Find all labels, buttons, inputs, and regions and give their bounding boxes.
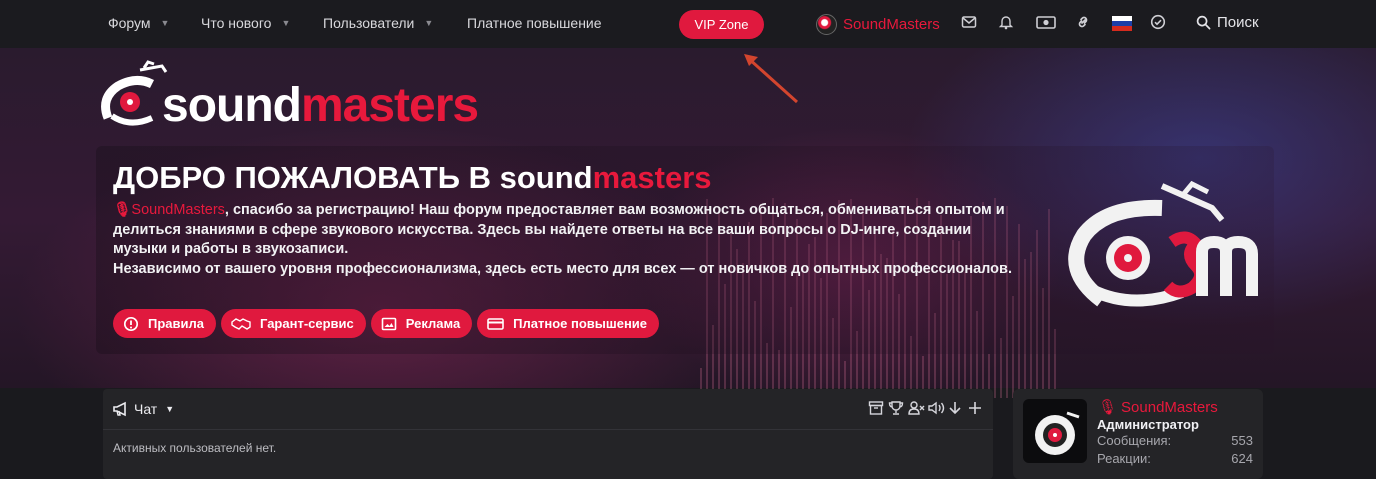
guarantee-button[interactable]: Гарант-сервис <box>221 309 366 338</box>
chat-header[interactable]: Чат ▼ <box>103 389 993 430</box>
bell-icon[interactable] <box>998 14 1016 32</box>
profile-name-text: SoundMasters <box>1121 398 1218 416</box>
turntable-logo-icon <box>101 60 168 126</box>
stat-messages: Сообщения: 553 <box>1097 433 1253 448</box>
stat-reactions: Реакции: 624 <box>1097 451 1253 466</box>
profile-role: Администратор <box>1097 417 1199 432</box>
stat-reactions-value: 624 <box>1231 451 1253 466</box>
volume-icon[interactable] <box>928 400 945 417</box>
nav-whats-new[interactable]: Что нового ▼ <box>201 15 290 31</box>
info-circle-icon <box>123 316 139 331</box>
logo-wordmark: soundmasters <box>162 79 479 132</box>
chat-toolbar <box>865 400 985 417</box>
welcome-line-2: Независимо от вашего уровня профессионал… <box>113 260 1012 277</box>
megaphone-icon <box>113 401 126 417</box>
nav-forum-label: Форум <box>108 15 151 31</box>
welcome-title: ДОБРО ПОЖАЛОВАТЬ В soundmasters <box>113 160 712 196</box>
search-label: Поиск <box>1217 14 1259 31</box>
russia-flag-icon[interactable] <box>1112 16 1132 31</box>
rules-label: Правила <box>148 316 204 331</box>
plus-icon[interactable] <box>968 400 985 417</box>
mic-icon: 🎙 <box>113 202 132 218</box>
mic-icon: 🎙 <box>1098 399 1118 416</box>
nav-whats-new-label: Что нового <box>201 15 272 31</box>
site-logo[interactable]: soundmasters <box>100 58 479 132</box>
user-menu[interactable]: SoundMasters <box>816 14 940 35</box>
vip-zone-button[interactable]: VIP Zone <box>679 10 764 39</box>
credit-card-icon <box>487 317 504 330</box>
nav-paid-boost-label: Платное повышение <box>467 15 602 31</box>
nav-forum[interactable]: Форум ▼ <box>108 15 169 31</box>
image-icon <box>381 317 397 330</box>
stat-reactions-label: Реакции: <box>1097 451 1151 466</box>
stat-messages-value: 553 <box>1231 433 1253 448</box>
check-circle-icon[interactable] <box>1150 14 1168 32</box>
guarantee-label: Гарант-сервис <box>260 316 354 331</box>
welcome-username[interactable]: SoundMasters <box>131 202 225 218</box>
welcome-message: 🎙SoundMasters, спасибо за регистрацию! Н… <box>113 201 1013 279</box>
arrow-annotation <box>744 54 799 104</box>
paid-boost-button[interactable]: Платное повышение <box>477 309 660 338</box>
chevron-down-icon: ▼ <box>424 18 434 28</box>
chevron-down-icon: ▼ <box>281 18 291 28</box>
nav-paid-boost[interactable]: Платное повышение <box>467 15 602 31</box>
top-navigation: Форум ▼ Что нового ▼ Пользователи ▼ Плат… <box>0 0 1376 48</box>
username: SoundMasters <box>843 16 940 33</box>
profile-name[interactable]: 🎙 SoundMasters <box>1098 398 1218 417</box>
welcome-title-text: ДОБРО ПОЖАЛОВАТЬ В sound <box>113 160 593 195</box>
chat-widget: Чат ▼ Активных пользователей нет. <box>103 389 993 479</box>
link-icon[interactable] <box>1075 14 1093 32</box>
avatar <box>816 14 837 35</box>
rules-button[interactable]: Правила <box>113 309 216 338</box>
user-remove-icon[interactable] <box>908 400 925 417</box>
logo-word-masters: masters <box>300 79 479 132</box>
stat-messages-label: Сообщения: <box>1097 433 1172 448</box>
logo-word-sound: sound <box>162 79 302 132</box>
chevron-down-icon: ▼ <box>160 18 170 28</box>
welcome-title-accent: masters <box>592 160 712 195</box>
welcome-line-1: , спасибо за регистрацию! Наш форум пред… <box>113 202 1005 257</box>
search-icon <box>1196 15 1211 30</box>
nav-users[interactable]: Пользователи ▼ <box>323 15 433 31</box>
profile-card: 🎙 SoundMasters Администратор Сообщения: … <box>1013 389 1263 479</box>
money-icon[interactable] <box>1036 14 1056 32</box>
trophy-icon[interactable] <box>888 400 905 417</box>
ads-label: Реклама <box>405 316 461 331</box>
paid-boost-label: Платное повышение <box>513 316 648 331</box>
profile-avatar[interactable] <box>1023 399 1087 463</box>
chat-title: Чат <box>134 401 158 417</box>
archive-icon[interactable] <box>868 400 885 417</box>
chevron-down-icon[interactable]: ▼ <box>165 404 174 414</box>
ads-button[interactable]: Реклама <box>370 309 473 338</box>
search-button[interactable]: Поиск <box>1196 14 1259 31</box>
nav-users-label: Пользователи <box>323 15 415 31</box>
handshake-icon <box>231 317 251 330</box>
quick-links: Правила Гарант-сервис Реклама Платное по… <box>113 309 664 338</box>
arrow-down-icon[interactable] <box>948 400 965 417</box>
chat-empty-message: Активных пользователей нет. <box>113 441 277 455</box>
sm-emblem-logo <box>1068 180 1258 307</box>
envelope-icon[interactable] <box>961 14 979 32</box>
